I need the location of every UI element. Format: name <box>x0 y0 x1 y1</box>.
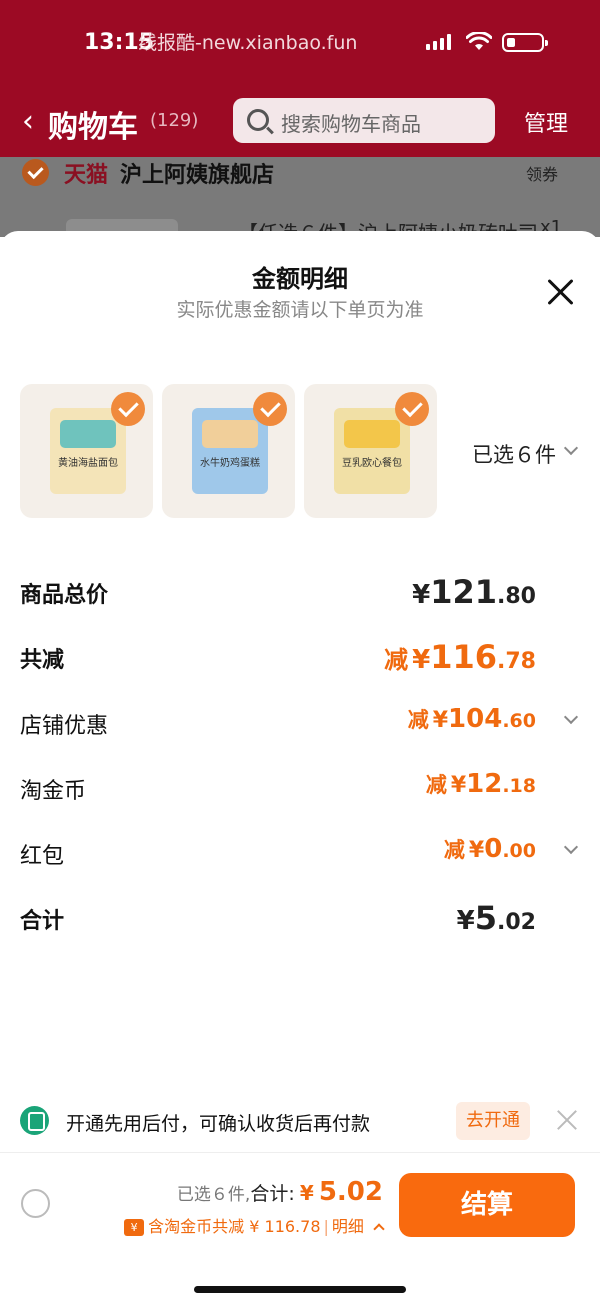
selected-count-dropdown[interactable]: 已选６件 <box>472 439 556 469</box>
product-label: 豆乳欧心餐包 <box>342 458 402 469</box>
row-label: 淘金币 <box>20 779 87 804</box>
product-image: 豆乳欧心餐包 <box>334 408 410 494</box>
product-thumb[interactable]: 豆乳欧心餐包 <box>304 384 437 518</box>
cart-count: (129) <box>150 110 199 131</box>
row-value: 减 ¥0.00 <box>443 834 536 864</box>
row-value: 减 ¥116.78 <box>384 638 536 676</box>
row-taojinbi: 淘金币 减 ¥12.18 <box>20 769 580 809</box>
product-label: 水牛奶鸡蛋糕 <box>200 458 260 469</box>
back-icon[interactable]: ‹ <box>22 104 34 139</box>
cart-navbar: ‹ 购物车 (129) 搜索购物车商品 管理 <box>0 96 600 146</box>
selected-products: 黄油海盐面包 水牛奶鸡蛋糕 豆乳欧心餐包 <box>20 384 437 518</box>
store-name[interactable]: 沪上阿姨旗舰店 <box>120 157 274 189</box>
row-label: 共减 <box>20 648 65 673</box>
search-icon <box>247 109 269 131</box>
sheet-subtitle: 实际优惠金额请以下单页为准 <box>176 299 424 321</box>
wifi-icon <box>466 32 492 50</box>
product-thumb[interactable]: 黄油海盐面包 <box>20 384 153 518</box>
battery-icon <box>502 33 548 52</box>
selected-count: 已选６件, <box>176 1185 251 1205</box>
row-label: 红包 <box>20 844 65 869</box>
discount-text: 含淘金币共减 ¥ 116.78 <box>148 1217 321 1236</box>
product-label: 黄油海盐面包 <box>58 458 118 469</box>
row-value: ¥121.80 <box>412 573 536 611</box>
chevron-down-icon[interactable] <box>563 709 579 725</box>
row-grand-total: 合计 ¥5.02 <box>20 899 580 939</box>
row-label: 商品总价 <box>20 583 109 608</box>
coin-icon: ¥ <box>124 1219 145 1236</box>
detail-link[interactable]: 明细 <box>332 1217 364 1236</box>
watermark-text: 线报酷-new.xianbao.fun <box>138 32 358 54</box>
currency-symbol: ¥ <box>299 1181 314 1205</box>
pay-later-banner: 开通先用后付，可确认收货后再付款 去开通 <box>20 1101 580 1141</box>
check-icon <box>111 392 145 426</box>
status-bar: 13:15 线报酷-new.xianbao.fun <box>0 24 600 64</box>
row-label: 合计 <box>20 909 65 934</box>
manage-button[interactable]: 管理 <box>524 106 568 138</box>
discount-summary[interactable]: ¥ 含淘金币共减 ¥ 116.78 | 明细 <box>124 1213 385 1237</box>
total-summary: 已选６件,合计: ¥ 5.02 <box>177 1177 383 1207</box>
price-detail-sheet: 金额明细 实际优惠金额请以下单页为准 黄油海盐面包 水牛奶鸡蛋糕 豆乳欧心餐包 … <box>0 231 600 1303</box>
row-label: 店铺优惠 <box>20 714 109 739</box>
pay-later-text: 开通先用后付，可确认收货后再付款 <box>66 1113 371 1135</box>
checkout-button[interactable]: 结算 <box>399 1173 575 1237</box>
row-total-discount: 共减 减 ¥116.78 <box>20 638 580 678</box>
signal-icon <box>426 34 451 50</box>
select-all-radio[interactable] <box>21 1189 50 1218</box>
checkout-bar: 已选６件,合计: ¥ 5.02 ¥ 含淘金币共减 ¥ 116.78 | 明细 结算 <box>0 1152 600 1303</box>
product-image: 水牛奶鸡蛋糕 <box>192 408 268 494</box>
coupon-link[interactable]: 领券 <box>526 161 558 185</box>
store-row: 天猫 沪上阿姨旗舰店 领券 【任选６件】沪上阿姨小奶砖吐司 x1 <box>0 157 600 245</box>
chevron-down-icon[interactable] <box>563 839 579 855</box>
search-input[interactable]: 搜索购物车商品 <box>233 98 495 143</box>
home-indicator <box>194 1286 406 1293</box>
row-red-packet[interactable]: 红包 减 ¥0.00 <box>20 834 580 874</box>
row-subtotal: 商品总价 ¥121.80 <box>20 573 580 613</box>
chevron-down-icon[interactable] <box>563 440 579 456</box>
check-icon <box>253 392 287 426</box>
product-image: 黄油海盐面包 <box>50 408 126 494</box>
tmall-logo: 天猫 <box>64 163 109 188</box>
page-title: 购物车 <box>48 110 138 145</box>
row-store-discount[interactable]: 店铺优惠 减 ¥104.60 <box>20 704 580 744</box>
total-label: 合计: <box>250 1183 295 1205</box>
close-icon[interactable] <box>546 277 576 307</box>
row-value: 减 ¥104.60 <box>407 704 536 734</box>
close-icon[interactable] <box>556 1109 578 1131</box>
total-amount: 5.02 <box>318 1177 383 1207</box>
chevron-up-icon[interactable] <box>373 1223 385 1235</box>
row-value: ¥5.02 <box>456 899 536 937</box>
store-checkbox[interactable] <box>22 159 49 186</box>
search-placeholder: 搜索购物车商品 <box>281 112 421 136</box>
activate-button[interactable]: 去开通 <box>456 1102 530 1140</box>
check-icon <box>395 392 429 426</box>
sheet-title: 金额明细 <box>252 265 348 293</box>
row-value: 减 ¥12.18 <box>425 769 536 799</box>
shopping-bag-icon <box>20 1106 49 1135</box>
product-thumb[interactable]: 水牛奶鸡蛋糕 <box>162 384 295 518</box>
